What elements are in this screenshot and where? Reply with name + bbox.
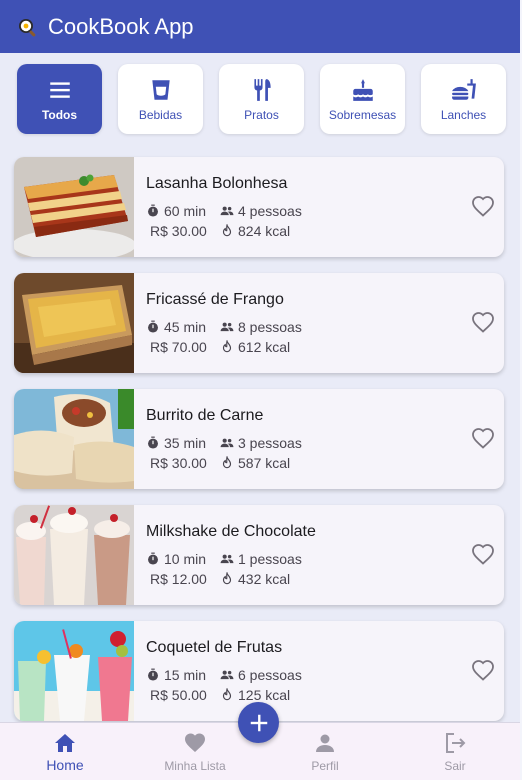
recipe-people: 6 pessoas — [238, 667, 302, 683]
favorite-heart-icon[interactable] — [471, 311, 495, 335]
nav-home[interactable]: Home — [0, 723, 130, 780]
fork-knife-icon — [253, 78, 271, 101]
cup-icon — [151, 79, 170, 100]
category-label: Sobremesas — [328, 107, 397, 122]
recipe-time: 45 min — [164, 319, 207, 335]
favorite-heart-icon[interactable] — [471, 427, 495, 451]
flame-icon — [222, 340, 232, 353]
recipe-time: 10 min — [164, 551, 207, 567]
recipe-card-lasanha[interactable]: Lasanha Bolonhesa 60 min 4 pessoas R$ 30… — [14, 157, 504, 257]
recipe-calories: 125 kcal — [238, 687, 291, 703]
recipe-card-fricasse[interactable]: Fricassé de Frango 45 min 8 pessoas R$ 7… — [14, 273, 504, 373]
recipe-time: 60 min — [164, 203, 207, 219]
recipe-name: Lasanha Bolonhesa — [146, 175, 288, 192]
category-pratos[interactable]: Pratos — [219, 64, 304, 134]
cake-icon — [352, 78, 373, 101]
recipe-list: Lasanha Bolonhesa 60 min 4 pessoas R$ 30… — [14, 157, 504, 737]
person-icon — [316, 734, 334, 752]
recipe-image-burrito — [14, 389, 134, 489]
recipe-name: Coquetel de Frutas — [146, 639, 283, 656]
nav-label: Sair — [444, 759, 466, 773]
people-icon — [220, 670, 234, 680]
category-label: Lanches — [440, 107, 487, 122]
timer-icon — [148, 204, 158, 217]
nav-label: Home — [46, 757, 84, 773]
category-sobremesas[interactable]: Sobremesas — [320, 64, 405, 134]
recipe-name: Milkshake de Chocolate — [146, 523, 316, 540]
recipe-people: 8 pessoas — [238, 319, 302, 335]
recipe-people: 4 pessoas — [238, 203, 302, 219]
home-icon — [55, 734, 75, 752]
timer-icon — [148, 552, 158, 565]
app-bar: CookBook App — [0, 0, 520, 53]
people-icon — [220, 206, 234, 216]
frying-pan-icon — [16, 15, 40, 39]
fastfood-icon — [451, 78, 476, 100]
recipe-card-burrito[interactable]: Burrito de Carne 35 min 3 pessoas R$ 30.… — [14, 389, 504, 489]
flame-icon — [222, 456, 232, 469]
nav-perfil[interactable]: Perfil — [260, 723, 390, 780]
recipe-calories: 612 kcal — [238, 339, 291, 355]
logout-icon — [446, 733, 466, 753]
recipe-price: R$ 50.00 — [150, 687, 207, 703]
favorite-heart-icon[interactable] — [471, 659, 495, 683]
recipe-time: 35 min — [164, 435, 207, 451]
heart-icon — [185, 733, 205, 752]
app-title: CookBook App — [48, 13, 194, 39]
recipe-calories: 824 kcal — [238, 223, 291, 239]
people-icon — [220, 322, 234, 332]
people-icon — [220, 554, 234, 564]
timer-icon — [148, 436, 158, 449]
plus-icon — [250, 714, 267, 731]
flame-icon — [222, 688, 232, 701]
category-bar: Todos Bebidas Pratos Sobremesas Lanches — [17, 64, 506, 134]
category-bebidas[interactable]: Bebidas — [118, 64, 203, 134]
recipe-image-lasanha — [14, 157, 134, 257]
nav-label: Minha Lista — [164, 759, 226, 773]
favorite-heart-icon[interactable] — [471, 543, 495, 567]
category-lanches[interactable]: Lanches — [421, 64, 506, 134]
recipe-price: R$ 30.00 — [150, 455, 207, 471]
people-icon — [220, 438, 234, 448]
category-label: Pratos — [244, 107, 279, 122]
category-todos[interactable]: Todos — [17, 64, 102, 134]
category-label: Todos — [41, 107, 78, 122]
recipe-calories: 587 kcal — [238, 455, 291, 471]
add-recipe-button[interactable] — [238, 702, 279, 743]
flame-icon — [222, 224, 232, 237]
recipe-name: Fricassé de Frango — [146, 291, 284, 308]
category-label: Bebidas — [138, 107, 183, 122]
recipe-card-milkshake[interactable]: Milkshake de Chocolate 10 min 1 pessoas … — [14, 505, 504, 605]
recipe-people: 3 pessoas — [238, 435, 302, 451]
recipe-calories: 432 kcal — [238, 571, 291, 587]
timer-icon — [148, 668, 158, 681]
recipe-price: R$ 12.00 — [150, 571, 207, 587]
recipe-price: R$ 30.00 — [150, 223, 207, 239]
recipe-people: 1 pessoas — [238, 551, 302, 567]
nav-label: Perfil — [311, 759, 339, 773]
timer-icon — [148, 320, 158, 333]
flame-icon — [222, 572, 232, 585]
menu-icon — [49, 81, 70, 98]
recipe-image-coquetel — [14, 621, 134, 721]
recipe-time: 15 min — [164, 667, 207, 683]
recipe-name: Burrito de Carne — [146, 407, 264, 424]
recipe-image-milkshake — [14, 505, 134, 605]
recipe-image-fricasse — [14, 273, 134, 373]
favorite-heart-icon[interactable] — [471, 195, 495, 219]
recipe-price: R$ 70.00 — [150, 339, 207, 355]
nav-sair[interactable]: Sair — [390, 723, 520, 780]
